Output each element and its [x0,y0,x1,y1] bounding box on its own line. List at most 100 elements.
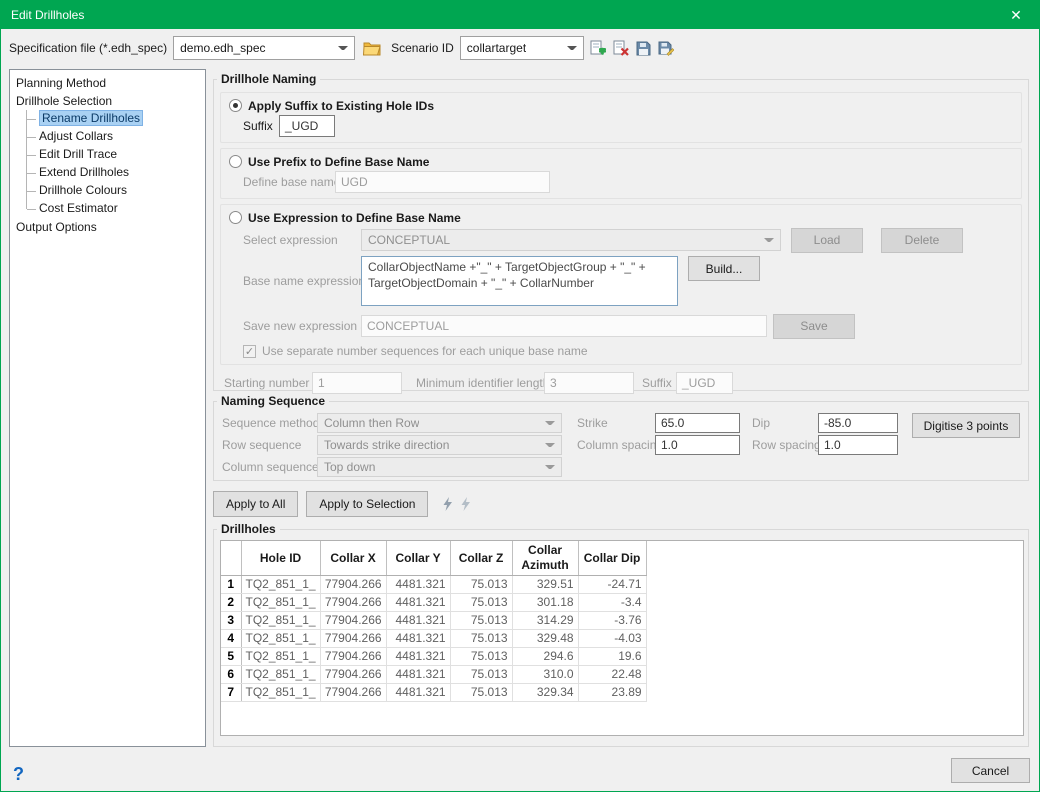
tree-item-extend-drillholes[interactable]: Extend Drillholes [24,164,203,182]
table-row[interactable]: 5 TQ2_851_1_ 77904.266 4481.321 75.013 2… [221,647,646,665]
column-spacing-input[interactable]: 1.0 [655,435,740,455]
tree-item-label: Cost Estimator [39,201,118,215]
strike-input[interactable]: 65.0 [655,413,740,433]
table-row[interactable]: 7 TQ2_851_1_ 77904.266 4481.321 75.013 3… [221,683,646,701]
tree-item-label: Planning Method [16,76,106,90]
tree-item-label: Edit Drill Trace [39,147,117,161]
cell-collar-dip: -3.4 [578,593,646,611]
cell-collar-azimuth: 329.34 [512,683,578,701]
dip-input[interactable]: -85.0 [818,413,898,433]
tree-item-output-options[interactable]: Output Options [12,218,203,236]
select-expression-combo: CONCEPTUAL [361,229,781,251]
apply-to-all-button[interactable]: Apply to All [213,491,298,517]
spec-file-value: demo.edh_spec [180,41,265,55]
cell-collar-azimuth: 301.18 [512,593,578,611]
table-row[interactable]: 4 TQ2_851_1_ 77904.266 4481.321 75.013 3… [221,629,646,647]
tree-item-rename-drillholes[interactable]: Rename Drillholes [24,110,203,128]
row-spacing-input[interactable]: 1.0 [818,435,898,455]
select-expression-value: CONCEPTUAL [368,233,450,247]
table-row[interactable]: 3 TQ2_851_1_ 77904.266 4481.321 75.013 3… [221,611,646,629]
cell-collar-y: 4481.321 [386,683,450,701]
group-title: Naming Sequence [217,394,329,408]
cell-collar-dip: 22.48 [578,665,646,683]
cell-collar-x: 77904.266 [320,629,386,647]
group-naming-sequence: Naming Sequence Sequence method Column t… [213,401,1029,481]
col-header-collar-azimuth[interactable]: Collar Azimuth [512,541,578,575]
tree-item-cost-estimator[interactable]: Cost Estimator [24,200,203,218]
cell-collar-x: 77904.266 [320,593,386,611]
tree-item-drillhole-selection[interactable]: Drillhole Selection [12,92,203,110]
suffix-value: _UGD [285,119,318,133]
save-as-value: CONCEPTUAL [367,319,449,333]
suffix-input[interactable]: _UGD [279,115,335,137]
build-button[interactable]: Build... [688,256,760,281]
expression-textarea[interactable]: CollarObjectName +"_" + TargetObjectGrou… [361,256,678,306]
spec-file-combo[interactable]: demo.edh_spec [173,36,355,60]
spec-file-label: Specification file (*.edh_spec) [9,41,167,55]
edit-drillholes-dialog: Edit Drillholes ✕ Specification file (*.… [0,0,1040,792]
add-scenario-icon [590,40,606,56]
lightning-icon[interactable] [442,497,453,511]
starting-number-input: 1 [312,372,402,394]
tree-item-planning-method[interactable]: Planning Method [12,74,203,92]
scenario-combo[interactable]: collartarget [460,36,584,60]
digitise-3-points-button[interactable]: Digitise 3 points [912,413,1020,438]
save-scenario-button[interactable] [635,40,652,57]
dip-label: Dip [752,416,818,430]
col-header-hole-id[interactable]: Hole ID [241,541,320,575]
cell-collar-z: 75.013 [450,629,512,647]
cell-collar-dip: -3.76 [578,611,646,629]
cell-hole-id: TQ2_851_1_ [241,575,320,593]
group-drillholes: Drillholes Hole ID Collar X Collar Y Col… [213,529,1029,747]
radio-use-prefix[interactable] [229,155,242,168]
column-spacing-value: 1.0 [661,438,678,452]
starting-number-value: 1 [318,376,325,390]
col-header-collar-x[interactable]: Collar X [320,541,386,575]
col-header-collar-y[interactable]: Collar Y [386,541,450,575]
cell-hole-id: TQ2_851_1_ [241,611,320,629]
table-row[interactable]: 1 TQ2_851_1_ 77904.266 4481.321 75.013 3… [221,575,646,593]
chevron-down-icon [545,443,555,451]
tree-item-edit-drill-trace[interactable]: Edit Drill Trace [24,146,203,164]
row-number: 7 [221,683,241,701]
column-sequence-combo: Top down [317,457,562,477]
tree-item-adjust-collars[interactable]: Adjust Collars [24,128,203,146]
open-folder-button[interactable] [361,39,383,58]
tree-item-label: Adjust Collars [39,129,113,143]
chevron-down-icon [545,465,555,473]
option-use-prefix: Use Prefix to Define Base Name Define ba… [220,148,1022,199]
col-header-collar-z[interactable]: Collar Z [450,541,512,575]
apply-actions: Apply to All Apply to Selection [213,491,471,517]
col-header-collar-dip[interactable]: Collar Dip [578,541,646,575]
chevron-down-icon [545,421,555,429]
table-row[interactable]: 2 TQ2_851_1_ 77904.266 4481.321 75.013 3… [221,593,646,611]
cell-collar-dip: -24.71 [578,575,646,593]
sequence-method-combo: Column then Row [317,413,562,433]
tree-item-drillhole-colours[interactable]: Drillhole Colours [24,182,203,200]
base-name-label: Define base name [243,175,335,189]
cell-collar-z: 75.013 [450,575,512,593]
apply-to-selection-button[interactable]: Apply to Selection [306,491,428,517]
radio-use-expression[interactable] [229,211,242,224]
min-length-value: 3 [550,376,557,390]
save-button: Save [773,314,855,339]
close-button[interactable]: ✕ [1003,3,1029,27]
help-button[interactable]: ? [13,764,24,785]
cell-collar-y: 4481.321 [386,665,450,683]
cell-collar-z: 75.013 [450,665,512,683]
delete-scenario-button[interactable] [612,39,630,57]
save-scenario-as-button[interactable] [657,40,675,57]
delete-button: Delete [881,228,963,253]
cancel-button[interactable]: Cancel [951,758,1030,783]
chevron-down-icon [567,46,577,54]
expression-label: Base name expression [243,256,361,288]
lightning-icon[interactable] [460,497,471,511]
tree-item-label-selected: Rename Drillholes [39,110,143,126]
add-scenario-button[interactable] [589,39,607,57]
cell-collar-y: 4481.321 [386,629,450,647]
table-row[interactable]: 6 TQ2_851_1_ 77904.266 4481.321 75.013 3… [221,665,646,683]
option-use-expression: Use Expression to Define Base Name Selec… [220,204,1022,365]
suffix2-value: _UGD [682,376,715,390]
radio-apply-suffix[interactable] [229,99,242,112]
dip-value: -85.0 [824,416,851,430]
